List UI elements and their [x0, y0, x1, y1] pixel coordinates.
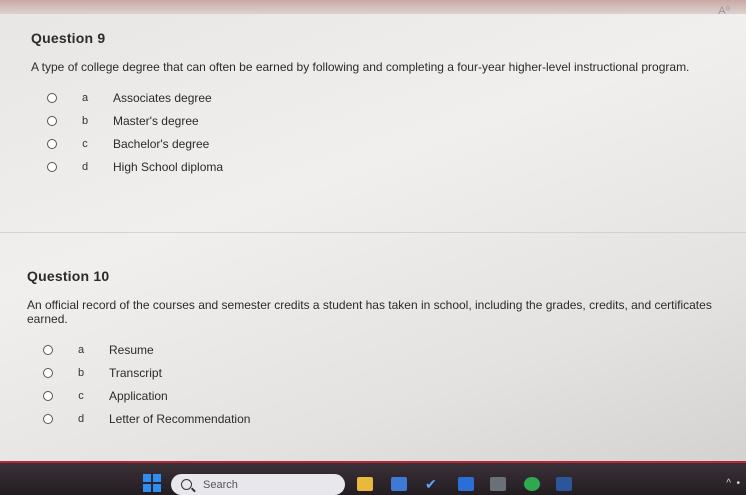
taskbar-search-box[interactable]: Search [171, 474, 345, 495]
store-icon[interactable] [458, 477, 474, 491]
question-text: A type of college degree that can often … [31, 60, 690, 74]
option-c[interactable]: c Application [27, 384, 739, 407]
check-app-icon[interactable]: ✔ [425, 477, 441, 491]
answer-options: a Resume b Transcript c Application d Le… [27, 338, 739, 430]
search-icon [181, 479, 192, 490]
question-10: Question 10 An official record of the co… [27, 268, 739, 430]
photos-icon[interactable] [391, 477, 407, 491]
file-explorer-icon[interactable] [357, 477, 373, 491]
option-b[interactable]: b Master's degree [31, 109, 731, 132]
option-label: Letter of Recommendation [109, 411, 251, 426]
question-9: Question 9 A type of college degree that… [31, 30, 731, 178]
question-title: Question 10 [27, 268, 110, 284]
option-letter: d [81, 160, 89, 173]
option-letter: a [81, 91, 89, 104]
radio-button[interactable] [47, 92, 57, 103]
system-tray-chevron-icon[interactable]: ^ • [726, 478, 740, 489]
option-letter: b [77, 366, 85, 379]
option-b[interactable]: b Transcript [27, 361, 739, 384]
radio-button[interactable] [47, 138, 57, 149]
browser-content: A⁰ Question 9 A type of college degree t… [0, 0, 746, 463]
read-aloud-icon[interactable]: A⁰ [718, 4, 730, 17]
radio-button[interactable] [47, 115, 57, 126]
radio-button[interactable] [43, 367, 53, 378]
radio-button[interactable] [43, 344, 53, 355]
option-a[interactable]: a Resume [27, 338, 739, 361]
question-text: An official record of the courses and se… [27, 298, 712, 326]
search-label: Search [203, 478, 238, 491]
option-letter: d [77, 412, 85, 425]
option-d[interactable]: d Letter of Recommendation [27, 407, 739, 430]
option-a[interactable]: a Associates degree [31, 86, 731, 109]
option-label: Transcript [109, 365, 162, 380]
radio-button[interactable] [43, 390, 53, 401]
option-label: Master's degree [113, 113, 199, 128]
calculator-icon[interactable] [490, 477, 506, 491]
option-letter: c [82, 137, 88, 150]
radio-button[interactable] [43, 413, 53, 424]
option-letter: c [78, 389, 84, 402]
taskbar [0, 463, 746, 495]
word-icon[interactable] [556, 477, 572, 491]
option-label: Bachelor's degree [113, 136, 210, 151]
radio-button[interactable] [47, 161, 57, 172]
option-label: Application [109, 388, 168, 403]
option-label: Resume [109, 342, 154, 357]
option-letter: a [77, 343, 85, 356]
start-icon[interactable] [143, 474, 161, 492]
option-label: High School diploma [113, 159, 224, 174]
option-c[interactable]: c Bachelor's degree [31, 132, 731, 155]
option-letter: b [81, 114, 89, 127]
chrome-icon[interactable] [524, 477, 540, 491]
question-title: Question 9 [31, 30, 106, 46]
top-band [0, 0, 746, 14]
answer-options: a Associates degree b Master's degree c … [31, 86, 731, 178]
option-d[interactable]: d High School diploma [31, 155, 731, 178]
question-divider [0, 232, 746, 233]
option-label: Associates degree [113, 90, 212, 105]
